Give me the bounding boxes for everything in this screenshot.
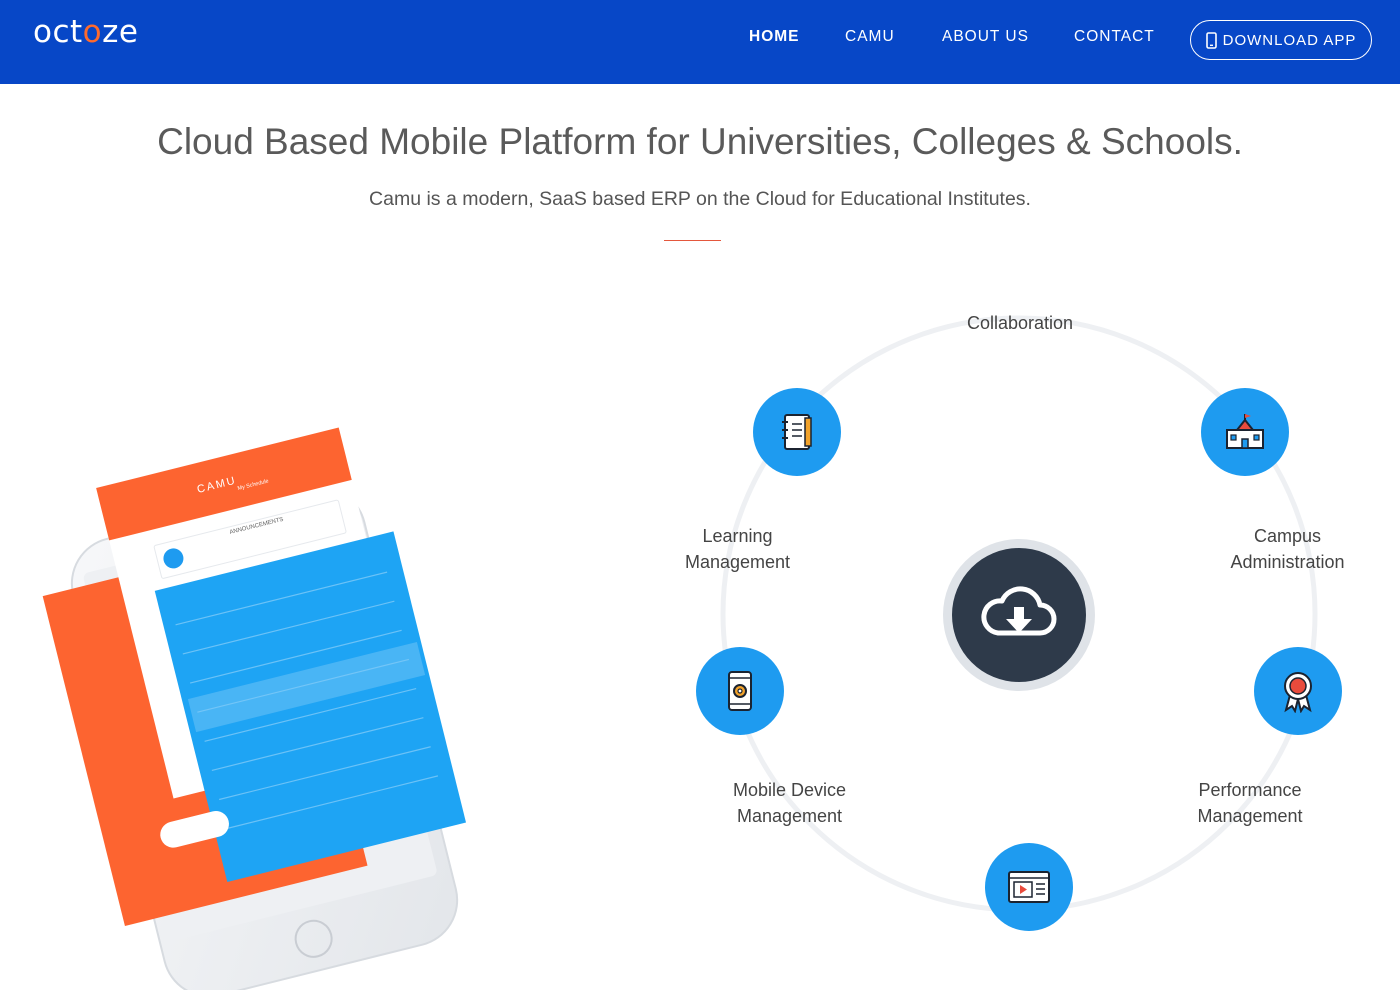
campus-administration-icon-button[interactable]: [1201, 388, 1289, 476]
feature-label-campus-line1: Campus: [1253, 526, 1322, 546]
feature-label-performance-line2: Management: [1197, 806, 1303, 826]
feature-label-mobile-line1: Mobile Device: [732, 780, 847, 800]
school-building-icon: [1226, 414, 1264, 449]
mobile-device-management-icon-button[interactable]: [696, 647, 784, 735]
mobile-gear-icon: [728, 671, 752, 711]
feature-label-learning-line2: Management: [684, 552, 791, 572]
feature-label-mobile-device-management: Mobile Device Management: [712, 777, 867, 829]
award-ribbon-icon: [1284, 672, 1312, 713]
performance-management-icon-button[interactable]: [1254, 647, 1342, 735]
feature-label-performance-line1: Performance: [1198, 780, 1302, 800]
cloud-hub-inner: [952, 548, 1086, 682]
feature-label-mobile-line2: Management: [736, 806, 843, 826]
feature-label-campus-administration: Campus Administration: [1215, 523, 1360, 575]
feature-label-learning-management: Learning Management: [670, 523, 805, 575]
cloud-hub: [943, 539, 1095, 691]
video-player-icon: [1008, 871, 1050, 903]
notebook-icon: [782, 414, 812, 450]
cloud-download-icon: [981, 586, 1057, 636]
feature-label-learning-line1: Learning: [702, 526, 773, 546]
feature-label-campus-line2: Administration: [1230, 552, 1345, 572]
feature-label-collaboration: Collaboration: [966, 313, 1074, 333]
learning-management-icon-button[interactable]: [753, 388, 841, 476]
video-content-icon-button[interactable]: [985, 843, 1073, 931]
feature-label-performance-management: Performance Management: [1175, 777, 1325, 829]
feature-ring: [720, 315, 1318, 913]
